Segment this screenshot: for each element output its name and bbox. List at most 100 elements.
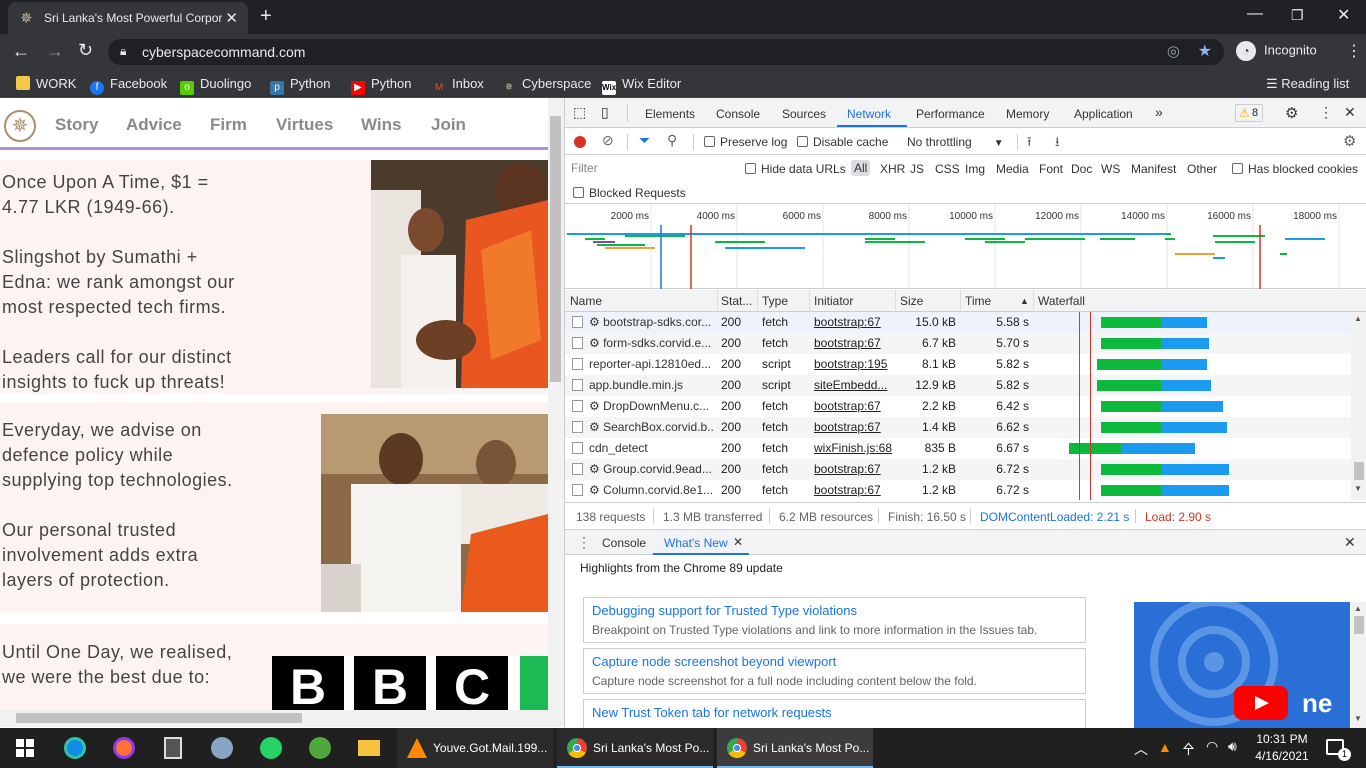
request-row[interactable]: ⚙ Group.corvid.9ead... 200 fetch bootstrap:…: [565, 459, 1351, 480]
tab-sources[interactable]: Sources: [782, 107, 826, 121]
throttling-select[interactable]: No throttling ▼: [907, 135, 1004, 149]
warnings-badge[interactable]: ⚠ 8: [1235, 104, 1263, 122]
request-name[interactable]: cdn_detect: [589, 441, 713, 455]
whats-new-close-icon[interactable]: ✕: [733, 535, 743, 549]
type-filter-media[interactable]: Media: [996, 162, 1029, 176]
request-initiator[interactable]: siteEmbedd...: [814, 378, 892, 392]
utorrent-icon[interactable]: [307, 728, 335, 768]
browser-tab[interactable]: ✵ Sri Lanka's Most Powerful Corporation …: [8, 2, 248, 34]
whats-new-card-2[interactable]: Capture node screenshot beyond viewport …: [583, 648, 1086, 694]
request-row[interactable]: ⚙ bootstrap-sdks.cor... 200 fetch bootstrap…: [565, 312, 1351, 333]
device-toggle-icon[interactable]: ▯: [601, 104, 609, 121]
card-title[interactable]: Capture node screenshot beyond viewport: [592, 654, 836, 669]
bookmark-python-2[interactable]: ▶ Python: [351, 76, 411, 95]
request-row[interactable]: ⚙ form-sdks.corvid.e... 200 fetch bootstrap…: [565, 333, 1351, 354]
bookmark-work[interactable]: WORK: [16, 76, 76, 91]
request-initiator[interactable]: wixFinish.js:68: [814, 441, 892, 455]
bookmark-facebook[interactable]: f Facebook: [90, 76, 167, 95]
firefox-icon[interactable]: [111, 728, 139, 768]
record-icon[interactable]: [574, 136, 586, 148]
tab-network[interactable]: Network: [847, 107, 891, 121]
col-status[interactable]: Stat...: [721, 294, 752, 308]
network-settings-icon[interactable]: ⚙: [1343, 132, 1356, 150]
inspect-icon[interactable]: ⬚: [573, 104, 586, 121]
taskbar-vlc[interactable]: Youve.Got.Mail.199...: [397, 728, 553, 768]
request-initiator[interactable]: bootstrap:67: [814, 399, 892, 413]
tab-elements[interactable]: Elements: [645, 107, 695, 121]
page-hscroll-thumb[interactable]: [16, 713, 302, 723]
request-row[interactable]: ⚙ Column.corvid.8e1... 200 fetch bootstrap:…: [565, 480, 1351, 500]
page-scroll-thumb[interactable]: [550, 116, 561, 382]
col-waterfall[interactable]: Waterfall: [1038, 294, 1085, 308]
type-filter-ws[interactable]: WS: [1101, 162, 1120, 176]
tray-chevron-up-icon[interactable]: ︿: [1134, 739, 1148, 759]
col-name[interactable]: Name: [570, 294, 602, 308]
clock-time[interactable]: 10:31 PM: [1254, 732, 1310, 748]
request-name[interactable]: ⚙ SearchBox.corvid.b...: [589, 420, 713, 434]
tray-vlc-icon[interactable]: ▲: [1158, 739, 1172, 759]
forward-icon[interactable]: →: [46, 41, 64, 62]
request-name[interactable]: ⚙ Group.corvid.9ead...: [589, 462, 713, 476]
type-filter-img[interactable]: Img: [965, 162, 985, 176]
paint-icon[interactable]: [209, 728, 237, 768]
eye-off-icon[interactable]: ◎: [1167, 42, 1180, 60]
tab-performance[interactable]: Performance: [916, 107, 985, 121]
clear-icon[interactable]: ⊘: [602, 132, 614, 149]
scroll-down-icon[interactable]: ▼: [1354, 484, 1362, 493]
calculator-icon[interactable]: [160, 728, 188, 768]
search-icon[interactable]: ⚲: [667, 132, 677, 149]
hide-data-urls-checkbox[interactable]: Hide data URLs: [745, 162, 846, 176]
nav-virtues[interactable]: Virtues: [276, 115, 333, 135]
scroll-up-icon[interactable]: ▲: [1354, 314, 1362, 323]
request-initiator[interactable]: bootstrap:67: [814, 315, 892, 329]
col-time[interactable]: Time: [965, 294, 991, 308]
taskbar-chrome-1[interactable]: Sri Lanka's Most Po...: [557, 728, 713, 768]
type-filter-manifest[interactable]: Manifest: [1131, 162, 1176, 176]
type-filter-other[interactable]: Other: [1187, 162, 1217, 176]
drawer-menu-icon[interactable]: ⋮: [577, 534, 591, 551]
back-icon[interactable]: ←: [12, 41, 30, 62]
request-initiator[interactable]: bootstrap:195: [814, 357, 892, 371]
type-filter-doc[interactable]: Doc: [1071, 162, 1092, 176]
window-close-icon[interactable]: ✕: [1337, 5, 1350, 25]
reading-list-button[interactable]: ☰ Reading list: [1266, 76, 1349, 92]
nav-advice[interactable]: Advice: [126, 115, 182, 135]
whats-new-card-1[interactable]: Debugging support for Trusted Type viola…: [583, 597, 1086, 643]
request-name[interactable]: reporter-api.12810ed...: [589, 357, 713, 371]
request-name[interactable]: ⚙ DropDownMenu.c...: [589, 399, 713, 413]
type-filter-js[interactable]: JS: [910, 162, 924, 176]
whats-new-scrollbar[interactable]: ▲ ▼: [1351, 602, 1366, 728]
tab-close-icon[interactable]: ✕: [225, 9, 238, 27]
request-initiator[interactable]: bootstrap:67: [814, 420, 892, 434]
volume-icon[interactable]: 🔊︎: [1228, 738, 1237, 758]
nav-wins[interactable]: Wins: [361, 115, 401, 135]
request-initiator[interactable]: bootstrap:67: [814, 462, 892, 476]
new-tab-button[interactable]: +: [260, 5, 272, 28]
whats-new-card-3[interactable]: New Trust Token tab for network requests: [583, 699, 1086, 729]
has-blocked-cookies-checkbox[interactable]: Has blocked cookies: [1232, 162, 1358, 176]
browser-menu-icon[interactable]: ⋮: [1346, 41, 1362, 61]
type-filter-font[interactable]: Font: [1039, 162, 1063, 176]
request-name[interactable]: app.bundle.min.js: [589, 378, 713, 392]
drawer-tab-whats-new[interactable]: What's New: [664, 536, 728, 550]
tab-application[interactable]: Application: [1074, 107, 1133, 121]
request-row[interactable]: cdn_detect 200 fetch wixFinish.js:68 835 B 6.…: [565, 438, 1351, 459]
devtools-close-icon[interactable]: ✕: [1344, 104, 1356, 121]
bookmark-inbox[interactable]: M Inbox: [432, 76, 484, 95]
request-row[interactable]: reporter-api.12810ed... 200 script bootstra…: [565, 354, 1351, 375]
request-initiator[interactable]: bootstrap:67: [814, 336, 892, 350]
address-bar[interactable]: 🔒︎ cyberspacecommand.com ◎ ★: [108, 39, 1224, 65]
blocked-requests-checkbox[interactable]: Blocked Requests: [573, 186, 686, 200]
filter-icon[interactable]: ⏷: [639, 132, 650, 149]
action-center-icon[interactable]: 1: [1324, 728, 1352, 768]
type-filter-all[interactable]: All: [851, 160, 871, 176]
nav-join[interactable]: Join: [431, 115, 466, 135]
col-size[interactable]: Size: [900, 294, 923, 308]
drawer-close-icon[interactable]: ✕: [1344, 534, 1356, 551]
bookmark-cyberspace[interactable]: ✵ Cyberspace: [502, 76, 591, 95]
export-har-icon[interactable]: ⭳: [1055, 133, 1060, 155]
col-type[interactable]: Type: [762, 294, 788, 308]
tab-console[interactable]: Console: [716, 107, 760, 121]
nav-story[interactable]: Story: [55, 115, 98, 135]
bookmark-python-1[interactable]: p Python: [270, 76, 330, 95]
